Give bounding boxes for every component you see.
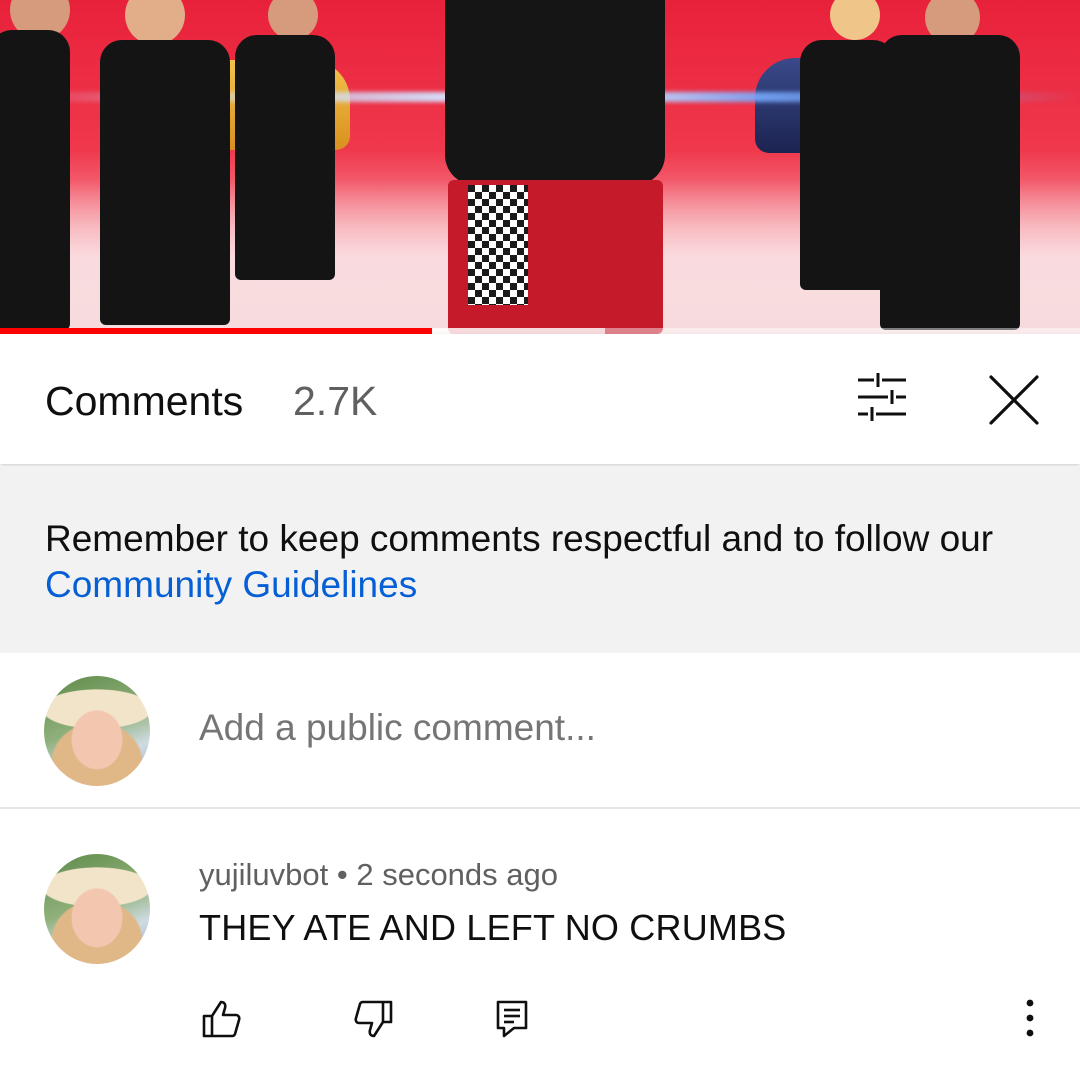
- thumbs-down-icon: [354, 1000, 393, 1038]
- comment-more-button[interactable]: [1010, 997, 1050, 1041]
- guidelines-message: Remember to keep comments respectful and…: [45, 516, 1045, 608]
- community-guidelines-link[interactable]: Community Guidelines: [45, 564, 417, 605]
- guidelines-text: Remember to keep comments respectful and…: [45, 518, 994, 559]
- comment-author-avatar[interactable]: [44, 854, 150, 964]
- comment-meta: yujiluvbot • 2 seconds ago: [199, 857, 558, 893]
- reply-button[interactable]: [490, 997, 534, 1041]
- comment-item[interactable]: yujiluvbot • 2 seconds ago THEY ATE AND …: [0, 809, 1080, 1079]
- more-vert-icon: [1026, 999, 1034, 1037]
- comments-header: Comments 2.7K: [0, 334, 1080, 464]
- video-player[interactable]: [0, 0, 1080, 334]
- video-dancer: [830, 0, 880, 40]
- community-guidelines-banner: Remember to keep comments respectful and…: [0, 466, 1080, 653]
- video-dancer: [100, 40, 230, 325]
- add-comment-row[interactable]: [0, 653, 1080, 809]
- sort-comments-button[interactable]: [848, 370, 914, 426]
- close-comments-button[interactable]: [982, 370, 1046, 434]
- video-dancer: [0, 30, 70, 330]
- current-user-avatar: [44, 676, 150, 786]
- dislike-button[interactable]: [352, 997, 396, 1041]
- close-icon: [989, 375, 1039, 425]
- comment-text: THEY ATE AND LEFT NO CRUMBS: [199, 907, 787, 948]
- reply-icon: [496, 1000, 528, 1038]
- video-dancer: [235, 35, 335, 280]
- video-dancer: [268, 0, 318, 40]
- comments-title: Comments: [45, 378, 244, 424]
- comment-author[interactable]: yujiluvbot: [199, 857, 328, 892]
- video-dancer: [880, 35, 1020, 330]
- comments-count: 2.7K: [293, 378, 378, 424]
- video-dancer-center: [445, 0, 665, 185]
- video-dancer: [125, 0, 185, 45]
- video-checker-pattern: [468, 185, 528, 305]
- add-comment-input[interactable]: [199, 707, 999, 749]
- thumbs-up-icon: [202, 1000, 241, 1038]
- comment-timestamp: 2 seconds ago: [356, 857, 558, 892]
- sliders-icon: [858, 373, 906, 421]
- meta-separator: •: [328, 857, 357, 892]
- like-button[interactable]: [199, 997, 243, 1041]
